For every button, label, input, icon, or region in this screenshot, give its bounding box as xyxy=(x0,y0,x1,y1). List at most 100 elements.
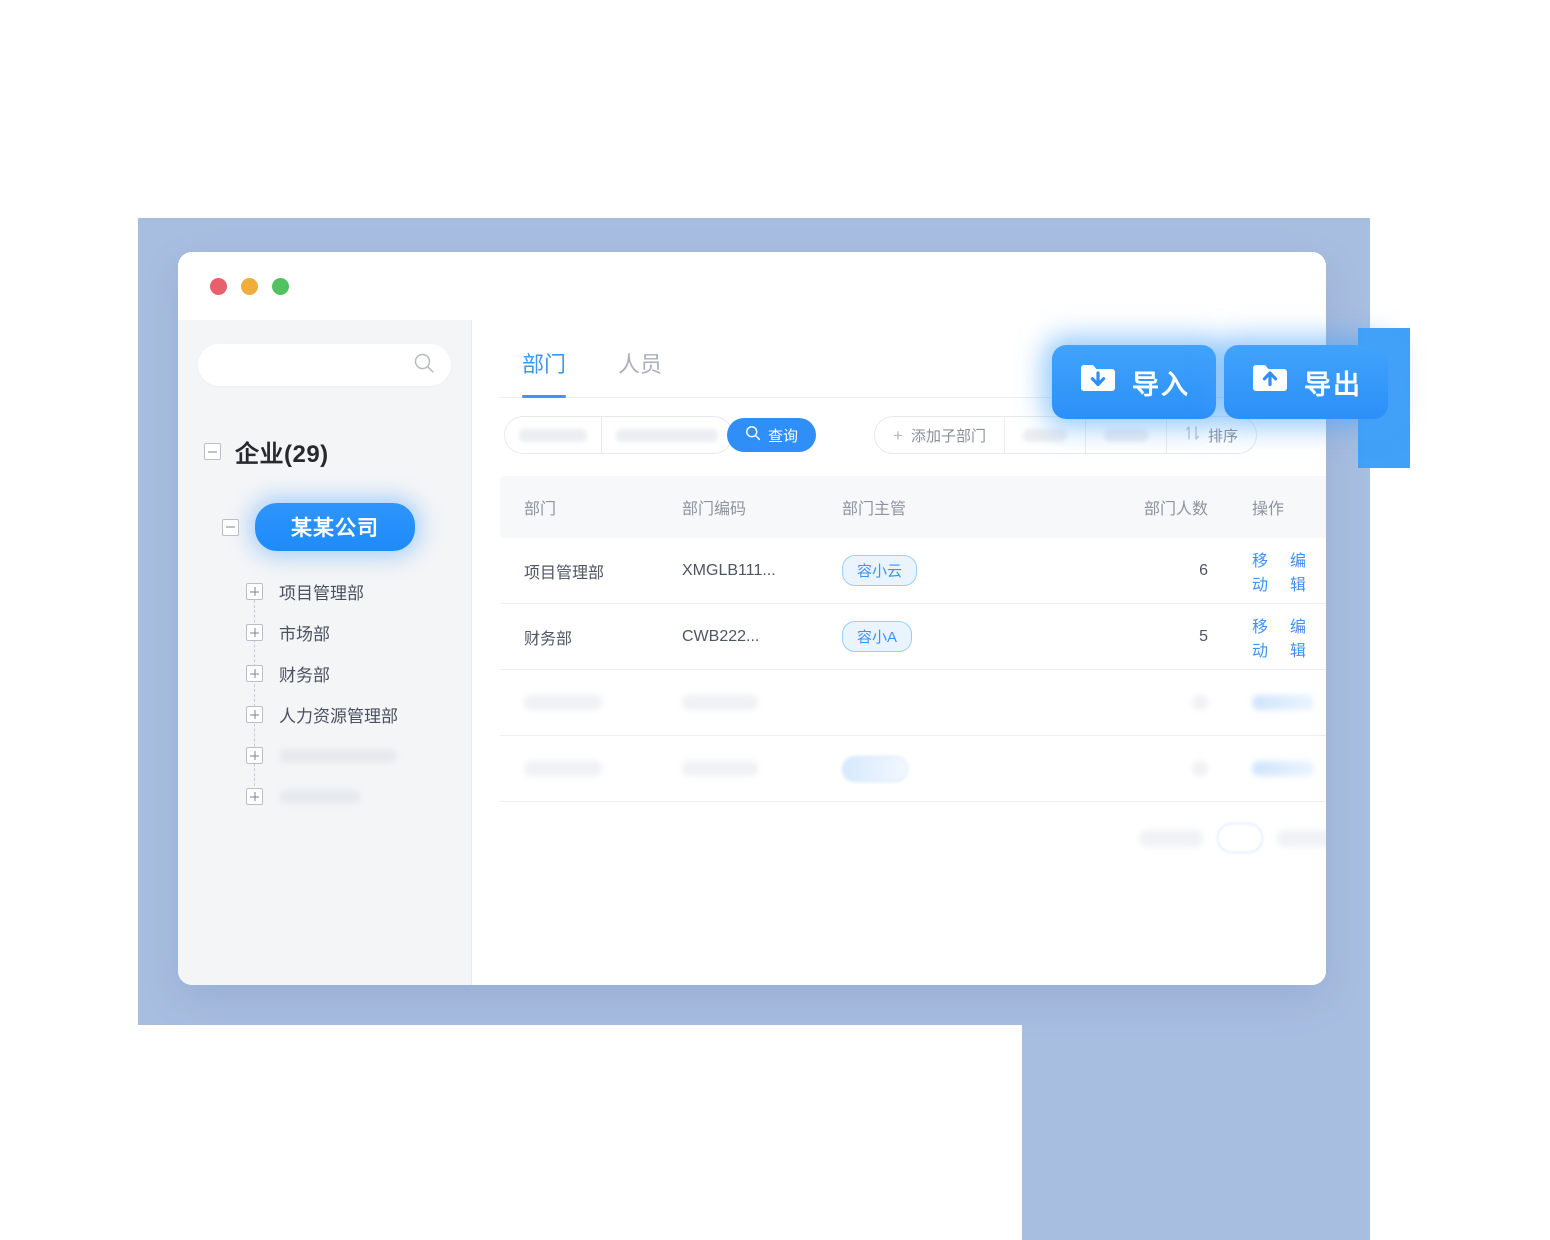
window-body: 企业(29) 某某公司 项目管理部 市场部 财务部 人力资源管理部 部门 人员 … xyxy=(178,320,1326,985)
sort-button[interactable]: 排序 xyxy=(1165,417,1256,453)
toolbar-placeholder-bar xyxy=(1103,428,1148,442)
add-sub-department-label: 添加子部门 xyxy=(910,427,986,445)
query-button[interactable]: 查询 xyxy=(727,418,817,452)
edit-link[interactable]: 编辑 xyxy=(1290,547,1314,595)
cell-actions: 移动 编辑 xyxy=(1208,547,1326,595)
tree-root-label: 企业(29) xyxy=(235,441,329,468)
maximize-button[interactable] xyxy=(272,277,289,295)
table-row[interactable] xyxy=(500,736,1326,802)
export-button-label: 导出 xyxy=(1304,369,1362,400)
close-button[interactable] xyxy=(210,277,227,295)
selected-company-label[interactable]: 某某公司 xyxy=(255,503,415,551)
pagination-prev-placeholder[interactable] xyxy=(1139,829,1203,847)
window-titlebar xyxy=(178,252,1326,320)
tree-root-node[interactable]: 企业(29) xyxy=(204,434,451,469)
filter-search-group xyxy=(504,416,733,454)
filter-field-placeholder xyxy=(519,428,587,442)
move-link[interactable]: 移动 xyxy=(1252,547,1276,595)
sort-button-label: 排序 xyxy=(1207,427,1238,445)
edit-link[interactable]: 编辑 xyxy=(1290,613,1314,661)
pagination-current-page[interactable] xyxy=(1217,823,1263,853)
cell-code xyxy=(682,761,842,776)
cell-actions: 移动 编辑 xyxy=(1208,613,1326,661)
folder-download-icon xyxy=(1078,362,1118,403)
expander-plus-icon[interactable] xyxy=(246,665,263,682)
move-link[interactable]: 移动 xyxy=(1252,613,1276,661)
placeholder-bar xyxy=(524,695,602,710)
cell-count: 6 xyxy=(1199,561,1208,579)
cell-manager: 容小云 xyxy=(842,555,1090,586)
search-icon xyxy=(745,425,761,445)
toolbar-placeholder-bar xyxy=(1022,428,1067,442)
cell-count xyxy=(1090,761,1208,776)
department-table: 部门 部门编码 部门主管 部门人数 操作 项目管理部 XMGLB111... 容… xyxy=(500,476,1326,874)
cell-count xyxy=(1090,695,1208,710)
table-row[interactable]: 财务部 CWB222... 容小A 5 移动 编辑 xyxy=(500,604,1326,670)
expander-minus-icon[interactable] xyxy=(204,443,221,460)
minimize-button[interactable] xyxy=(241,277,258,295)
query-button-label: 查询 xyxy=(768,427,799,445)
filter-field-two[interactable] xyxy=(601,417,732,453)
table-header-row: 部门 部门编码 部门主管 部门人数 操作 xyxy=(500,476,1326,538)
expander-plus-icon[interactable] xyxy=(246,583,263,600)
tab-personnel[interactable]: 人员 xyxy=(618,347,662,397)
import-button[interactable]: 导入 xyxy=(1052,345,1216,419)
search-input[interactable] xyxy=(214,356,413,374)
placeholder-bar xyxy=(1192,761,1208,776)
tree-item-marketing[interactable]: 市场部 xyxy=(246,612,451,653)
cell-manager xyxy=(842,755,1090,782)
tree-item-label: 项目管理部 xyxy=(279,584,364,603)
tab-departments[interactable]: 部门 xyxy=(522,347,567,398)
cell-code: CWB222... xyxy=(682,627,760,645)
column-header-count: 部门人数 xyxy=(1143,501,1208,518)
expander-plus-icon[interactable] xyxy=(246,788,263,805)
toolbar-placeholder-button[interactable] xyxy=(1003,417,1085,453)
table-row[interactable] xyxy=(500,670,1326,736)
toolbar-placeholder-button[interactable] xyxy=(1084,417,1166,453)
cell-dept: 财务部 xyxy=(524,630,573,648)
tree-item-human-resources[interactable]: 人力资源管理部 xyxy=(246,694,451,735)
placeholder-bar xyxy=(682,695,758,710)
expander-plus-icon[interactable] xyxy=(246,624,263,641)
tab-label: 部门 xyxy=(522,352,567,377)
pagination xyxy=(500,802,1326,874)
cell-dept xyxy=(524,761,682,776)
placeholder-bar xyxy=(682,761,758,776)
import-button-label: 导入 xyxy=(1132,369,1190,400)
tree-children: 项目管理部 市场部 财务部 人力资源管理部 xyxy=(246,571,451,817)
column-header-manager: 部门主管 xyxy=(842,501,907,518)
expander-plus-icon[interactable] xyxy=(246,706,263,723)
expander-minus-icon[interactable] xyxy=(222,518,239,536)
tree-item-placeholder-bar xyxy=(279,789,361,804)
cell-count: 5 xyxy=(1199,627,1208,645)
sidebar: 企业(29) 某某公司 项目管理部 市场部 财务部 人力资源管理部 xyxy=(178,320,472,985)
placeholder-manager-badge xyxy=(842,755,908,782)
add-sub-department-button[interactable]: + 添加子部门 xyxy=(875,417,1004,453)
table-row[interactable]: 项目管理部 XMGLB111... 容小云 6 移动 编辑 xyxy=(500,538,1326,604)
tree-company-node[interactable]: 某某公司 xyxy=(222,503,451,551)
pagination-next-placeholder[interactable] xyxy=(1277,829,1326,847)
action-button-group: + 添加子部门 排序 xyxy=(874,416,1257,454)
cell-code: XMGLB111... xyxy=(682,561,776,579)
placeholder-action-bar xyxy=(1252,695,1314,710)
tree-item-label: 人力资源管理部 xyxy=(279,707,398,726)
folder-upload-icon xyxy=(1250,362,1290,403)
filter-field-placeholder xyxy=(616,428,718,442)
cell-actions xyxy=(1208,757,1326,780)
cell-code xyxy=(682,695,842,710)
column-header-actions: 操作 xyxy=(1252,501,1285,518)
manager-badge: 容小A xyxy=(842,621,913,652)
column-header-code: 部门编码 xyxy=(682,501,747,518)
tree-item-placeholder[interactable] xyxy=(246,735,451,776)
cell-manager: 容小A xyxy=(842,621,1090,652)
tree-item-finance[interactable]: 财务部 xyxy=(246,653,451,694)
expander-plus-icon[interactable] xyxy=(246,747,263,764)
search-icon xyxy=(413,352,435,379)
filter-field-one[interactable] xyxy=(505,417,601,453)
export-button[interactable]: 导出 xyxy=(1224,345,1388,419)
tree-item-placeholder[interactable] xyxy=(246,776,451,817)
cell-dept: 项目管理部 xyxy=(524,564,605,582)
tree-item-project-management[interactable]: 项目管理部 xyxy=(246,571,451,612)
sidebar-search-box[interactable] xyxy=(198,344,451,386)
tree-item-label: 财务部 xyxy=(279,666,330,685)
